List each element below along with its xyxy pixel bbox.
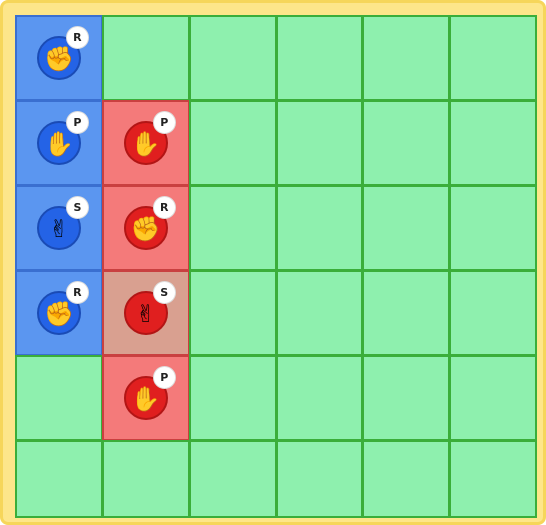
piece-type-badge: R [152,196,176,219]
board-cell[interactable] [362,100,451,186]
board-cell[interactable]: ✋ P [101,355,190,441]
board-cell[interactable]: ✊ R [101,185,190,271]
board-cell[interactable]: ✊ R [15,270,103,356]
rock-fist-icon: ✊ [130,215,161,243]
board-cell[interactable] [362,15,451,101]
piece-type-badge: P [65,111,89,134]
piece-type-badge: S [152,281,176,304]
piece-type-badge: S [65,196,89,219]
board-cell[interactable] [449,15,537,101]
board-cell[interactable] [188,185,277,271]
red-piece[interactable]: ✌ S [123,281,176,335]
scissors-hand-icon: ✌ [135,300,156,328]
blue-piece[interactable]: ✌ S [36,196,89,250]
board-cell[interactable]: ✋ P [101,100,190,186]
piece-type-badge: R [65,281,89,304]
board-cell[interactable] [15,355,103,441]
red-piece[interactable]: ✋ P [123,366,176,420]
piece-type-badge: P [152,111,176,134]
board-cell[interactable] [362,270,451,356]
red-piece[interactable]: ✊ R [123,196,176,250]
board-cell[interactable] [362,185,451,271]
board-cell[interactable] [362,355,451,441]
scissors-hand-icon: ✌ [48,215,69,243]
board-cell[interactable] [449,100,537,186]
board-cell[interactable] [188,440,277,518]
rock-fist-icon: ✊ [43,45,74,73]
board-cell[interactable] [188,270,277,356]
board-grid: ✊ R ✋ P ✋ P ✌ S ✊ R ✊ R ✌ S ✋ P [15,15,537,518]
board-cell[interactable] [362,440,451,518]
paper-hand-icon: ✋ [130,130,161,158]
board-cell[interactable] [15,440,103,518]
board-cell[interactable] [449,185,537,271]
board-cell[interactable] [101,440,190,518]
board-cell[interactable] [449,270,537,356]
blue-piece[interactable]: ✊ R [36,26,89,80]
blue-piece[interactable]: ✊ R [36,281,89,335]
board-cell[interactable] [188,355,277,441]
rock-fist-icon: ✊ [43,300,74,328]
board-cell[interactable] [275,355,364,441]
board-cell[interactable]: ✌ S [101,270,190,356]
board-cell[interactable] [275,15,364,101]
board-cell[interactable] [449,355,537,441]
board-cell[interactable] [275,100,364,186]
game-board: ✊ R ✋ P ✋ P ✌ S ✊ R ✊ R ✌ S ✋ P [0,0,546,525]
piece-type-badge: R [65,26,89,49]
paper-hand-icon: ✋ [130,385,161,413]
board-cell[interactable] [275,270,364,356]
board-cell[interactable] [275,440,364,518]
board-cell[interactable]: ✊ R [15,15,103,101]
blue-piece[interactable]: ✋ P [36,111,89,165]
board-cell[interactable] [101,15,190,101]
board-cell[interactable] [188,100,277,186]
board-cell[interactable]: ✌ S [15,185,103,271]
board-cell[interactable] [449,440,537,518]
piece-type-badge: P [152,366,176,389]
board-cell[interactable]: ✋ P [15,100,103,186]
board-cell[interactable] [275,185,364,271]
board-cell[interactable] [188,15,277,101]
paper-hand-icon: ✋ [43,130,74,158]
red-piece[interactable]: ✋ P [123,111,176,165]
